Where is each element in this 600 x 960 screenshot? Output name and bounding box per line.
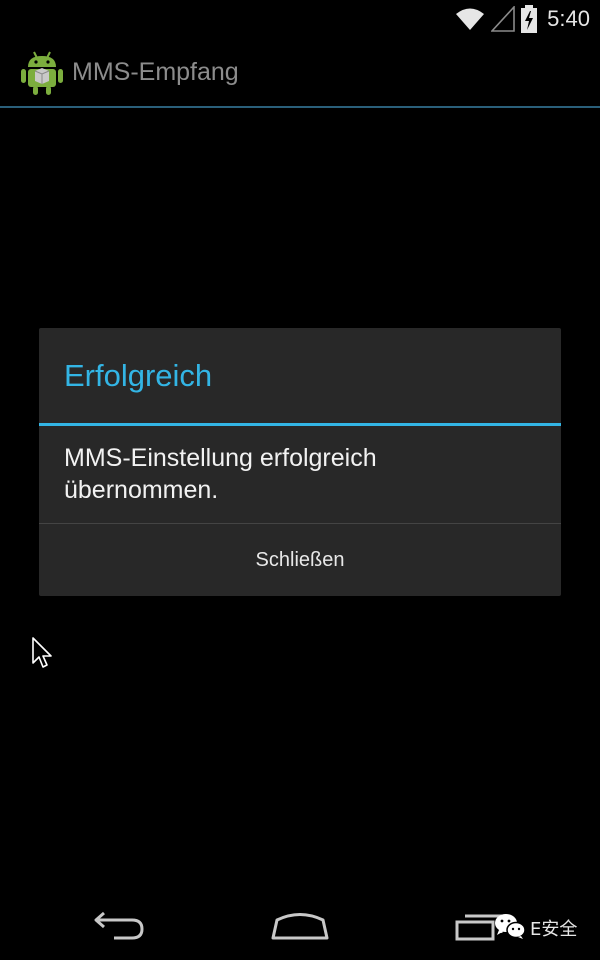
watermark: E安全 [494,912,577,944]
close-button[interactable]: Schließen [39,524,561,596]
android-app-icon [20,49,64,95]
dialog-title-divider [39,423,561,426]
home-icon [271,911,329,945]
battery-charging-icon [521,5,538,33]
app-title: MMS-Empfang [72,57,239,86]
mouse-cursor-icon [31,636,55,670]
screen: 5:40 MMS-Empfang Erfolgreich MMS-Einstel… [0,0,600,960]
signal-icon [491,6,515,32]
home-button[interactable] [260,906,340,950]
wifi-icon [455,7,485,31]
back-icon [92,911,148,945]
back-button[interactable] [80,906,160,950]
watermark-text: E安全 [530,919,578,940]
success-dialog: Erfolgreich MMS-Einstellung erfolgreich … [39,328,561,596]
dialog-message: MMS-Einstellung erfolgreich übernommen. [64,444,377,504]
clock: 5:40 [547,6,590,31]
action-bar: MMS-Empfang [0,38,600,108]
dialog-title: Erfolgreich [64,358,213,393]
status-bar: 5:40 [0,0,600,38]
wechat-icon [494,912,526,944]
